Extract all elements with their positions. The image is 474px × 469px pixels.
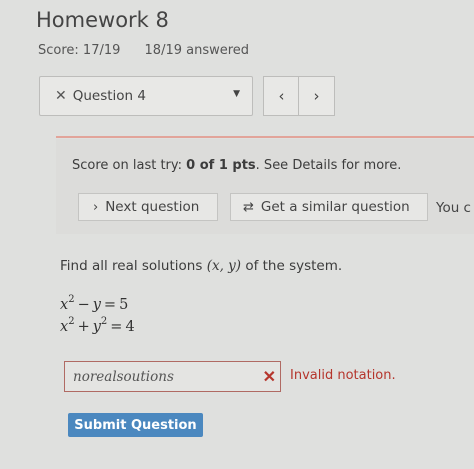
answered-count: 18/19 answered xyxy=(144,43,250,58)
caret-down-icon: ▼ xyxy=(233,89,240,99)
equation-1: x2− y = 5 xyxy=(60,294,129,313)
divider xyxy=(56,136,474,138)
answer-value: norealsoutions xyxy=(73,368,174,385)
submit-button[interactable]: Submit Question xyxy=(68,413,203,437)
question-prompt: Find all real solutions (x, y) of the sy… xyxy=(60,258,343,274)
next-question-nav-button[interactable]: › xyxy=(298,76,335,116)
chevron-left-icon: ‹ xyxy=(278,87,285,105)
chevron-right-icon: › xyxy=(313,87,320,105)
next-question-label: Next question xyxy=(105,199,200,215)
answer-input[interactable]: norealsoutions ✕ xyxy=(64,361,281,392)
error-message: Invalid notation. xyxy=(290,368,396,383)
last-try-text: Score on last try: 0 of 1 pts. See Detai… xyxy=(72,158,402,173)
score-text: Score: 17/19 xyxy=(38,43,121,58)
x-icon: ✕ xyxy=(55,88,67,104)
invalid-x-icon: ✕ xyxy=(262,367,276,386)
similar-question-label: Get a similar question xyxy=(260,199,410,215)
previous-question-button[interactable]: ‹ xyxy=(263,76,300,116)
score-summary: Score: 17/19 18/19 answered xyxy=(38,43,249,58)
question-select-label: Question 4 xyxy=(72,88,146,104)
equation-2: x2 + y2 = 4 xyxy=(60,316,135,335)
chevron-right-icon: › xyxy=(93,199,99,215)
question-select[interactable]: ✕ Question 4 ▼ xyxy=(39,76,253,116)
swap-icon: ⇄ xyxy=(243,199,254,215)
similar-question-button[interactable]: ⇄ Get a similar question xyxy=(230,193,428,221)
page-title: Homework 8 xyxy=(36,8,169,32)
last-try-score: 0 of 1 pts xyxy=(186,158,256,173)
truncated-text: You c xyxy=(436,200,471,216)
next-question-button[interactable]: › Next question xyxy=(78,193,218,221)
